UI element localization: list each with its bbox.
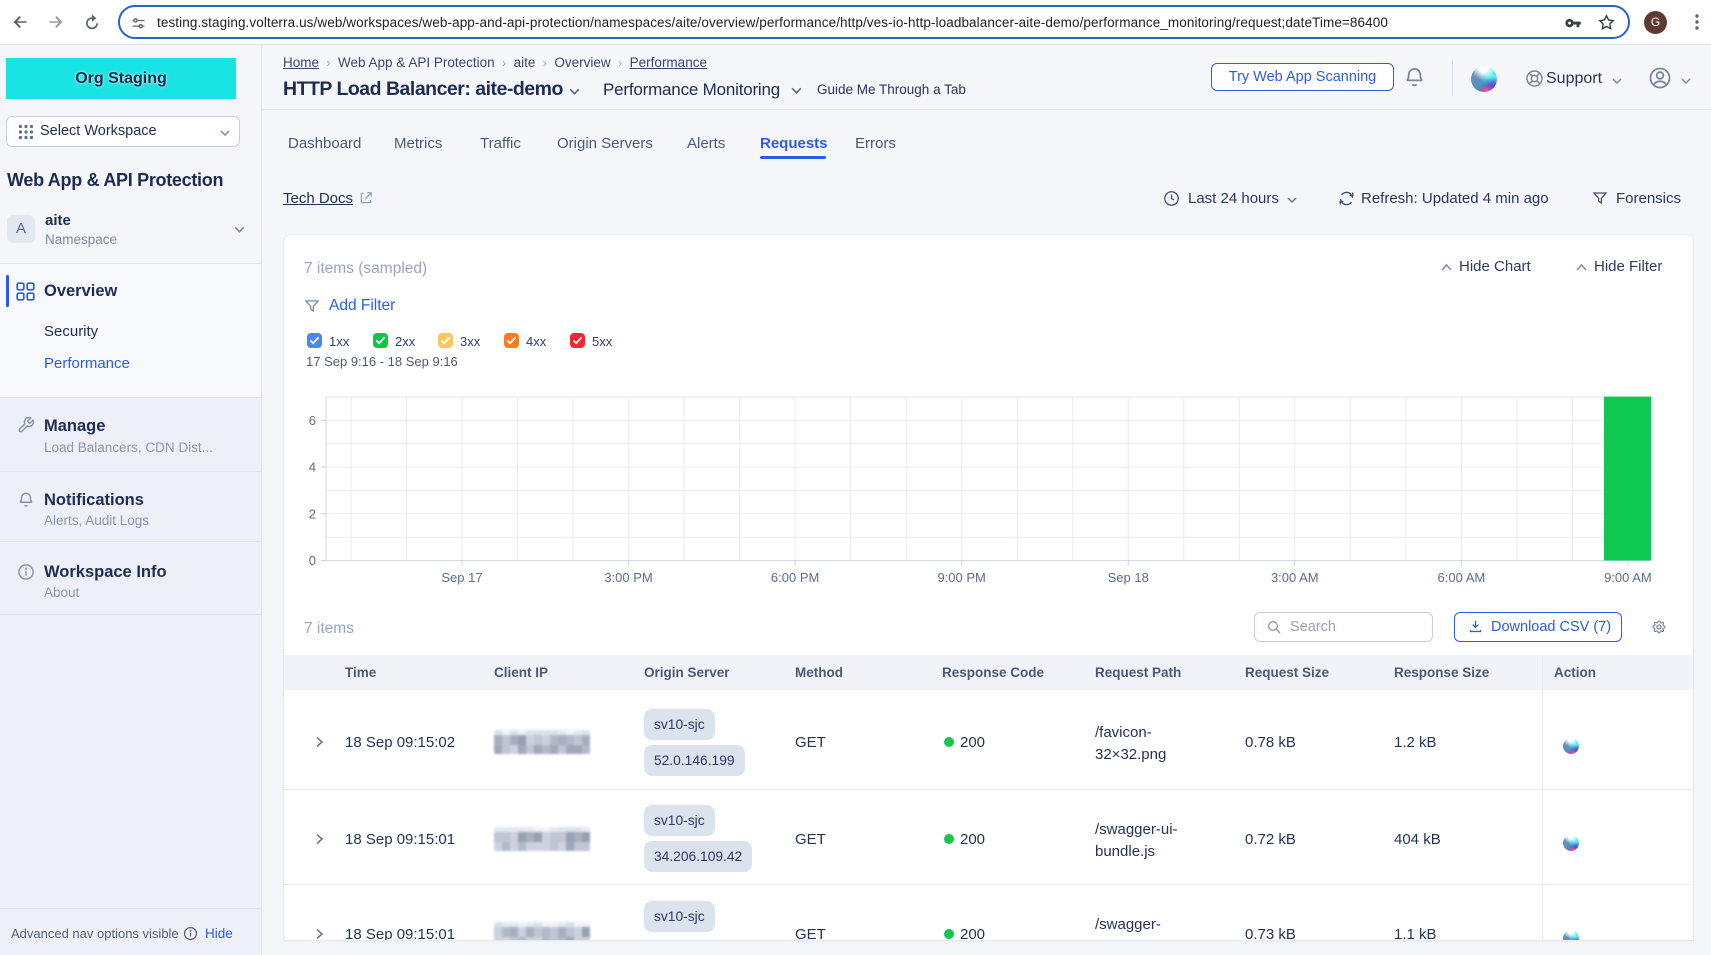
- svg-text:4: 4: [309, 460, 316, 475]
- svg-text:2: 2: [309, 506, 316, 521]
- svg-text:3:00 PM: 3:00 PM: [604, 570, 652, 585]
- svg-text:9:00 PM: 9:00 PM: [937, 570, 985, 585]
- svg-text:6: 6: [309, 413, 316, 428]
- svg-text:9:00 AM: 9:00 AM: [1604, 570, 1652, 585]
- svg-text:Sep 18: Sep 18: [1108, 570, 1149, 585]
- svg-text:6:00 AM: 6:00 AM: [1438, 570, 1486, 585]
- svg-text:6:00 PM: 6:00 PM: [771, 570, 819, 585]
- svg-text:0: 0: [309, 553, 316, 568]
- svg-text:3:00 AM: 3:00 AM: [1271, 570, 1319, 585]
- svg-text:Sep 17: Sep 17: [441, 570, 482, 585]
